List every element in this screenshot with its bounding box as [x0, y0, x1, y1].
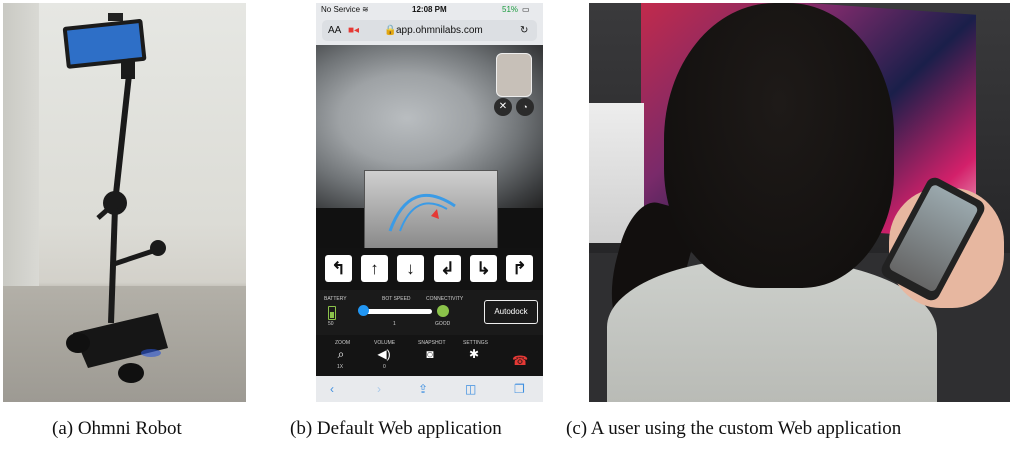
self-view-video: [496, 53, 532, 97]
robot-illustration: [62, 13, 168, 383]
autodock-button[interactable]: Autodock: [484, 300, 538, 324]
volume-value: 0: [383, 364, 386, 370]
battery-percent: 51%: [502, 5, 519, 14]
turn-right-button[interactable]: ↱: [506, 255, 533, 282]
battery-value: 50: [328, 321, 334, 327]
reload-icon[interactable]: ↻: [520, 25, 528, 36]
mic-muted-icon[interactable]: ✕: [494, 98, 512, 116]
strafe-left-button[interactable]: ↲: [434, 255, 461, 282]
search-icon[interactable]: ⌕: [331, 347, 351, 362]
gear-icon[interactable]: ✱: [464, 347, 484, 361]
wifi-icon: ≋: [362, 5, 369, 14]
connectivity-label: CONNECTIVITY: [426, 296, 464, 302]
video-camera-icon: ■◂: [348, 25, 360, 36]
camera-switch-icon[interactable]: ◔: [516, 98, 534, 116]
url-text: app.ohmnilabs.com: [396, 25, 483, 36]
zoom-value: 1X: [337, 364, 344, 370]
address-field[interactable]: AA ■◂ 🔒 app.ohmnilabs.com ↻: [322, 20, 537, 41]
path-arc-icon: [388, 194, 456, 232]
url-bar: AA ■◂ 🔒 app.ohmnilabs.com ↻: [316, 17, 543, 45]
battery-level-icon: [328, 306, 336, 320]
browser-toolbar: ‹ › ⇪ ◫ ❐: [316, 376, 543, 402]
share-icon[interactable]: ⇪: [418, 382, 428, 396]
caption-a: (a) Ohmni Robot: [52, 418, 182, 439]
caption-b: (b) Default Web application: [290, 418, 502, 439]
drive-controls: ↰ ↑ ↓ ↲ ↳ ↱: [316, 248, 543, 290]
user-hair: [664, 3, 894, 288]
botspeed-slider-knob[interactable]: [358, 305, 369, 316]
zoom-label: ZOOM: [335, 340, 350, 346]
botspeed-value: 1: [393, 321, 396, 327]
forward-icon[interactable]: ›: [377, 382, 381, 396]
speaker-icon[interactable]: ◀): [374, 347, 394, 361]
text-size-button[interactable]: AA: [328, 25, 341, 36]
snapshot-label: SNAPSHOT: [418, 340, 446, 346]
forward-button[interactable]: ↑: [361, 255, 388, 282]
battery-label: BATTERY: [324, 296, 347, 302]
battery-icon: ▭: [522, 5, 530, 14]
user-using-custom-app-photo: [589, 3, 1010, 402]
clock-text: 12:08 PM: [412, 5, 447, 14]
botspeed-label: BOT SPEED: [382, 296, 411, 302]
hangup-icon[interactable]: ☎: [512, 353, 528, 369]
camera-icon[interactable]: ◙: [420, 347, 440, 361]
backward-button[interactable]: ↓: [397, 255, 424, 282]
connectivity-value: GOOD: [435, 321, 451, 327]
lock-icon: 🔒: [384, 25, 397, 36]
caption-c: (c) A user using the custom Web applicat…: [566, 418, 902, 439]
ohmni-robot-photo: [3, 3, 246, 402]
carrier-text: No Service: [321, 5, 361, 14]
bookmarks-icon[interactable]: ◫: [465, 382, 476, 396]
strafe-right-button[interactable]: ↳: [470, 255, 497, 282]
back-icon[interactable]: ‹: [330, 382, 334, 396]
downward-camera-view: [364, 170, 498, 249]
status-bar: No Service ≋ 12:08 PM 51% ▭: [316, 3, 543, 17]
tabs-icon[interactable]: ❐: [514, 382, 525, 396]
default-web-app-screenshot: No Service ≋ 12:08 PM 51% ▭ AA ■◂ 🔒 app.…: [316, 3, 543, 402]
volume-label: VOLUME: [374, 340, 396, 346]
connectivity-indicator: [437, 305, 449, 317]
botspeed-slider[interactable]: [360, 309, 432, 314]
turn-left-button[interactable]: ↰: [325, 255, 352, 282]
settings-label: SETTINGS: [463, 340, 489, 346]
